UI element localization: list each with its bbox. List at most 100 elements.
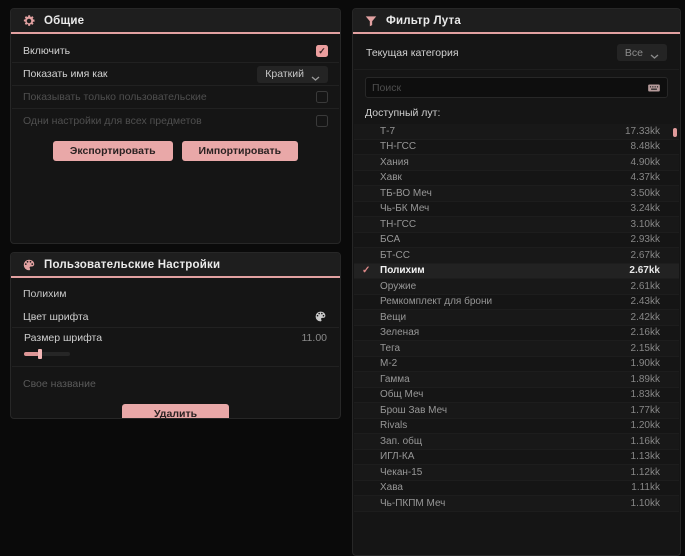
delete-row: Удалить [11, 404, 340, 418]
loot-item-name: Вещи [380, 311, 407, 323]
search-box [365, 77, 668, 98]
loot-item-value: 2.42kk [630, 311, 660, 323]
loot-item-name: Брош Зав Меч [380, 404, 448, 416]
only-custom-checkbox[interactable] [316, 91, 328, 103]
loot-item-value: 3.50kk [630, 187, 660, 199]
font-size-value: 11.00 [301, 332, 328, 344]
slider-handle[interactable] [38, 349, 42, 359]
loot-item-name: БСА [380, 234, 401, 246]
loot-item-row[interactable]: Гамма 1.89kk [354, 372, 679, 388]
same-settings-row: Одни настройки для всех предметов [12, 109, 339, 132]
loot-item-row[interactable]: Rivals 1.20kk [354, 419, 679, 434]
palette-icon [22, 258, 36, 272]
font-color-label: Цвет шрифта [23, 310, 89, 323]
font-color-row[interactable]: Цвет шрифта [12, 306, 339, 328]
loot-item-name: М-2 [380, 358, 398, 370]
scrollbar-thumb[interactable] [673, 128, 677, 137]
loot-list: Т-7 17.33kk ТН-ГСС 8.48kk Хания 4.90kk Хавк 4.3… [354, 124, 679, 512]
custom-settings-header: Пользовательские Настройки [11, 253, 340, 278]
same-settings-label: Одни настройки для всех предметов [23, 114, 202, 127]
loot-item-row[interactable]: ТН-ГСС 3.10kk [354, 217, 679, 233]
loot-item-name: Зеленая [380, 327, 420, 339]
loot-filter-header: Фильтр Лута [353, 9, 680, 34]
selected-item-name: Полихим [23, 288, 67, 300]
panel-title: Пользовательские Настройки [44, 258, 221, 271]
import-button[interactable]: Импортировать [181, 141, 299, 161]
delete-button[interactable]: Удалить [121, 404, 230, 418]
loot-item-row[interactable]: Чь-БК Меч 3.24kk [354, 202, 679, 217]
loot-item-row[interactable]: Оружие 2.61kk [354, 279, 679, 295]
loot-item-value: 2.93kk [630, 234, 660, 246]
loot-item-value: 3.10kk [630, 218, 660, 230]
custom-name-row [11, 367, 340, 397]
loot-item-row[interactable]: М-2 1.90kk [354, 357, 679, 372]
loot-item-row[interactable]: Хава 1.11kk [354, 481, 679, 496]
general-panel: Общие Включить ✓ Показать имя как Кратки… [10, 8, 341, 244]
loot-item-value: 1.13kk [630, 451, 660, 463]
loot-item-name: Полихим [380, 265, 425, 277]
loot-filter-panel: Фильтр Лута Текущая категория Все Доступ… [352, 8, 681, 556]
loot-item-row[interactable]: Вещи 2.42kk [354, 310, 679, 326]
name-display-row: Показать имя как Краткий [12, 63, 339, 86]
loot-item-value: 1.89kk [630, 373, 660, 385]
loot-item-row[interactable]: Зеленая 2.16kk [354, 326, 679, 341]
loot-item-name: ТН-ГСС [380, 141, 417, 153]
gear-icon [22, 14, 36, 28]
export-button[interactable]: Экспортировать [52, 141, 173, 161]
loot-item-row[interactable]: Т-7 17.33kk [354, 124, 679, 140]
loot-item-row[interactable]: БСА 2.93kk [354, 233, 679, 248]
loot-item-name: Хания [380, 156, 409, 168]
chevron-down-icon [650, 50, 659, 59]
loot-item-row[interactable]: Чь-ПКПМ Меч 1.10kk [354, 496, 679, 512]
general-panel-header: Общие [11, 9, 340, 34]
color-palette-icon[interactable] [314, 310, 328, 324]
loot-item-name: Зап. общ [380, 435, 423, 447]
loot-item-row[interactable]: ✓ Полихим 2.67kk [354, 263, 679, 279]
loot-item-value: 1.12kk [630, 466, 660, 478]
panel-title: Фильтр Лута [386, 14, 461, 27]
loot-item-row[interactable]: Общ Меч 1.83kk [354, 388, 679, 403]
loot-item-name: Чь-БК Меч [380, 203, 430, 215]
loot-item-row[interactable]: БТ-СС 2.67kk [354, 248, 679, 264]
search-input[interactable] [372, 81, 641, 94]
enable-checkbox[interactable]: ✓ [316, 45, 328, 57]
loot-item-name: Тега [380, 342, 401, 354]
loot-item-row[interactable]: Брош Зав Меч 1.77kk [354, 403, 679, 419]
available-loot-label: Доступный лут: [365, 107, 441, 119]
category-select[interactable]: Все [616, 44, 667, 61]
loot-item-name: Ремкомплект для брони [380, 296, 493, 308]
category-row: Текущая категория Все [354, 36, 679, 70]
keyboard-icon[interactable] [647, 81, 661, 95]
loot-item-row[interactable]: Хавк 4.37kk [354, 171, 679, 186]
loot-item-row[interactable]: ТБ-ВО Меч 3.50kk [354, 186, 679, 202]
font-size-slider[interactable] [24, 349, 70, 359]
loot-item-name: Т-7 [380, 125, 395, 137]
loot-item-value: 1.16kk [630, 435, 660, 447]
loot-item-value: 2.67kk [629, 265, 660, 277]
custom-name-input[interactable] [23, 378, 328, 390]
loot-item-row[interactable]: Чекан-15 1.12kk [354, 465, 679, 481]
slider-fill [24, 352, 39, 356]
name-display-select[interactable]: Краткий [257, 65, 328, 83]
loot-item-row[interactable]: Ремкомплект для брони 2.43kk [354, 295, 679, 310]
loot-item-row[interactable]: Тега 2.15kk [354, 341, 679, 357]
panel-title: Общие [44, 14, 85, 27]
check-icon: ✓ [362, 265, 371, 277]
loot-item-value: 1.90kk [630, 358, 660, 370]
loot-item-row[interactable]: ИГЛ-КА 1.13kk [354, 450, 679, 465]
loot-item-row[interactable]: ТН-ГСС 8.48kk [354, 140, 679, 155]
loot-item-row[interactable]: Зап. общ 1.16kk [354, 434, 679, 450]
loot-item-name: Общ Меч [380, 389, 424, 401]
loot-item-value: 3.24kk [630, 203, 660, 215]
loot-item-name: БТ-СС [380, 249, 410, 261]
loot-item-value: 1.10kk [630, 497, 660, 509]
loot-item-name: Чь-ПКПМ Меч [380, 497, 446, 509]
loot-item-name: Хавк [380, 172, 402, 184]
loot-item-value: 4.90kk [630, 156, 660, 168]
same-settings-checkbox[interactable] [316, 114, 328, 127]
loot-item-row[interactable]: Хания 4.90kk [354, 155, 679, 171]
loot-item-value: 2.16kk [630, 327, 660, 339]
loot-item-value: 8.48kk [630, 141, 660, 153]
loot-item-name: Хава [380, 482, 403, 494]
loot-item-value: 2.43kk [630, 296, 660, 308]
